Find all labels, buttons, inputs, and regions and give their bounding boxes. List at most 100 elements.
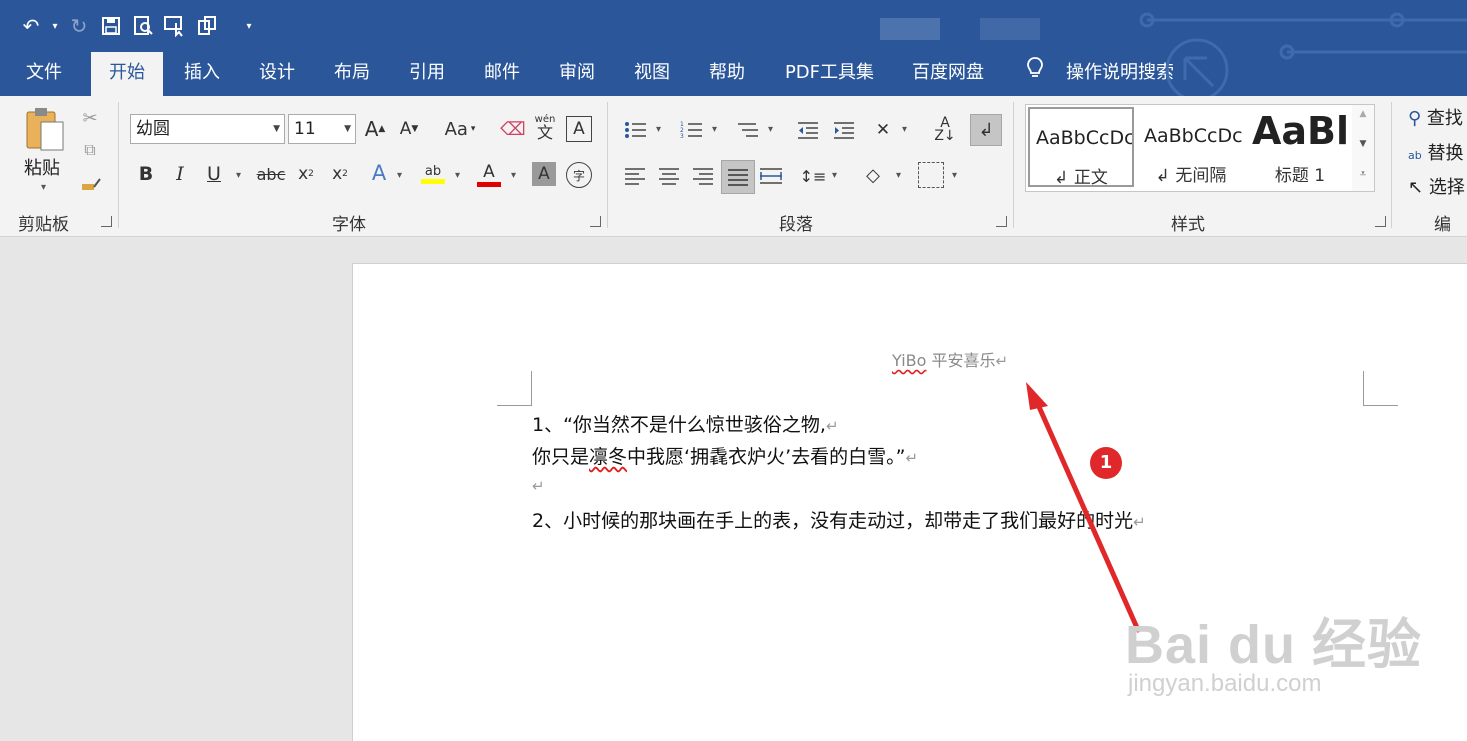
decrease-indent-icon[interactable]	[794, 118, 820, 142]
numbering-dropdown-icon[interactable]: ▾	[712, 124, 717, 135]
underline-dropdown-icon[interactable]: ▾	[236, 170, 241, 181]
strikethrough-icon[interactable]: abc	[256, 162, 286, 186]
tab-design[interactable]: 设计	[247, 52, 307, 96]
print-preview-icon[interactable]	[130, 12, 156, 40]
align-left-icon[interactable]	[622, 164, 648, 188]
tab-baidu-netdisk[interactable]: 百度网盘	[900, 52, 996, 96]
line-spacing-dropdown-icon[interactable]: ▾	[832, 170, 837, 181]
tab-references[interactable]: 引用	[397, 52, 457, 96]
touch-mode-icon[interactable]	[162, 12, 188, 40]
paste-dropdown-icon[interactable]: ▾	[41, 182, 46, 193]
show-marks-icon[interactable]: ↲	[970, 114, 1002, 146]
customize-qat-icon[interactable]: ▾	[244, 12, 254, 40]
bullets-dropdown-icon[interactable]: ▾	[656, 124, 661, 135]
scroll-up-icon[interactable]: ▲	[1352, 109, 1374, 119]
cut-icon[interactable]: ✂	[78, 106, 102, 130]
font-color-dropdown-icon[interactable]: ▾	[511, 170, 516, 181]
copy-icon[interactable]: ⧉	[78, 138, 102, 162]
save-icon[interactable]	[98, 12, 124, 40]
underline-icon[interactable]: U	[202, 162, 226, 186]
clipboard-launcher-icon[interactable]	[101, 216, 112, 227]
bullets-icon[interactable]	[622, 118, 648, 142]
tab-mailings[interactable]: 邮件	[472, 52, 532, 96]
chinese-layout-dropdown-icon[interactable]: ▾	[902, 124, 907, 135]
chinese-layout-icon[interactable]: ✕	[870, 118, 896, 142]
replace-button[interactable]: ab 替换	[1408, 139, 1463, 165]
line-text: 1、“你当然不是什么惊世骇俗之物,	[532, 414, 826, 436]
body-line-4[interactable]: 2、小时候的那块画在手上的表，没有走动过，却带走了我们最好的时光↵	[532, 506, 1146, 533]
line-spacing-icon[interactable]: ↕≡	[800, 164, 827, 188]
highlight-icon[interactable]: ab	[420, 160, 446, 188]
body-line-3[interactable]: ↵	[532, 474, 545, 496]
paragraph-mark: ↵	[905, 449, 919, 467]
styles-launcher-icon[interactable]	[1375, 216, 1386, 227]
body-line-2[interactable]: 你只是凛冬中我愿‘拥毳衣炉火’去看的白雪。”↵	[532, 442, 918, 469]
font-color-icon[interactable]: A	[476, 160, 502, 188]
paste-label[interactable]: 粘贴	[24, 154, 60, 180]
distributed-icon[interactable]	[758, 164, 784, 188]
phonetic-guide-icon[interactable]: wén 文	[532, 112, 558, 144]
style-no-spacing[interactable]: AaBbCcDc ↲ 无间隔	[1138, 107, 1244, 187]
group-divider	[1391, 102, 1392, 228]
select-button[interactable]: ↖ 选择	[1408, 173, 1465, 199]
font-name-combo[interactable]: 幼圆 ▼	[130, 114, 285, 144]
format-painter-icon[interactable]	[78, 174, 104, 198]
style-normal[interactable]: AaBbCcDc ↲ 正文	[1028, 107, 1134, 187]
styles-gallery: AaBbCcDc ↲ 正文 AaBbCcDc ↲ 无间隔 AaBl 标题 1	[1025, 104, 1355, 192]
paste-icon[interactable]	[22, 104, 68, 152]
tab-view[interactable]: 视图	[622, 52, 682, 96]
align-right-icon[interactable]	[690, 164, 716, 188]
text-effects-icon[interactable]: A	[366, 160, 392, 186]
numbering-icon[interactable]: 123	[678, 118, 704, 142]
character-border-icon[interactable]: A	[566, 116, 592, 142]
style-heading-1[interactable]: AaBl 标题 1	[1248, 107, 1352, 187]
grow-font-icon[interactable]: A ▲	[362, 116, 388, 142]
sort-icon[interactable]: A Z↓	[932, 116, 958, 144]
shrink-font-icon[interactable]: A ▼	[396, 116, 422, 142]
multilevel-list-icon[interactable]	[734, 118, 760, 142]
tab-review[interactable]: 审阅	[547, 52, 607, 96]
italic-icon[interactable]: I	[168, 162, 192, 186]
tab-home[interactable]: 开始	[91, 52, 163, 96]
tab-insert[interactable]: 插入	[172, 52, 232, 96]
replace-label: 替换	[1427, 143, 1464, 164]
enclose-characters-icon[interactable]: 字	[566, 162, 592, 188]
clipboard-icon[interactable]	[194, 12, 220, 40]
tab-pdf-tools[interactable]: PDF工具集	[772, 52, 887, 96]
borders-dropdown-icon[interactable]: ▾	[952, 170, 957, 181]
bold-icon[interactable]: B	[134, 162, 158, 186]
gallery-more-icon[interactable]: ⩡	[1352, 167, 1374, 181]
body-line-1[interactable]: 1、“你当然不是什么惊世骇俗之物,↵	[532, 410, 839, 437]
scroll-down-icon[interactable]: ▼	[1352, 139, 1374, 149]
tab-file[interactable]: 文件	[14, 52, 74, 96]
shading-icon[interactable]: ◇	[860, 162, 886, 188]
find-button[interactable]: ⚲ 查找	[1408, 104, 1463, 130]
styles-group-label: 样式	[1171, 215, 1205, 235]
header-rest: 平安喜乐	[926, 351, 996, 370]
character-shading-icon[interactable]: A	[532, 162, 556, 186]
tab-layout[interactable]: 布局	[322, 52, 382, 96]
text-effects-dropdown-icon[interactable]: ▾	[397, 170, 402, 181]
clear-formatting-icon[interactable]: ⌫	[500, 116, 526, 142]
styles-scroll[interactable]: ▲ ▼ ⩡	[1352, 104, 1375, 192]
font-size-combo[interactable]: 11 ▼	[288, 114, 356, 144]
highlight-dropdown-icon[interactable]: ▾	[455, 170, 460, 181]
increase-indent-icon[interactable]	[830, 118, 856, 142]
align-center-icon[interactable]	[656, 164, 682, 188]
paragraph-launcher-icon[interactable]	[996, 216, 1007, 227]
font-launcher-icon[interactable]	[590, 216, 601, 227]
undo-dropdown-icon[interactable]: ▾	[50, 12, 60, 40]
baidu-watermark: Bai du 经验	[1125, 615, 1423, 675]
change-case-icon[interactable]: Aa ▾	[436, 116, 484, 142]
subscript-icon[interactable]: x2	[294, 162, 318, 186]
undo-icon[interactable]: ↶	[18, 12, 44, 40]
multilevel-dropdown-icon[interactable]: ▾	[768, 124, 773, 135]
justify-icon[interactable]	[721, 160, 755, 194]
lightbulb-icon[interactable]	[1020, 52, 1050, 96]
page-header[interactable]: YiBo 平安喜乐↵	[892, 347, 1008, 371]
redo-icon[interactable]: ↻	[66, 12, 92, 40]
borders-icon[interactable]	[918, 162, 944, 188]
superscript-icon[interactable]: x2	[328, 162, 352, 186]
tab-help[interactable]: 帮助	[697, 52, 757, 96]
shading-dropdown-icon[interactable]: ▾	[896, 170, 901, 181]
